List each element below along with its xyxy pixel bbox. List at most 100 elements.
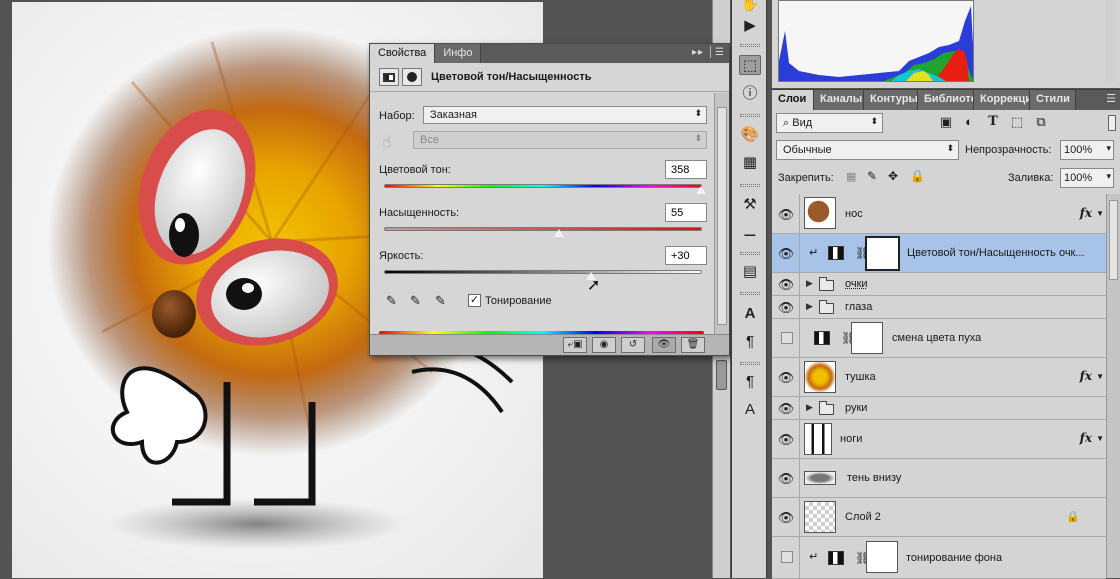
paragraph-icon[interactable]: ¶: [739, 332, 761, 352]
character-styles-icon[interactable]: A: [739, 400, 761, 420]
blend-mode-dropdown[interactable]: Обычные ⬍: [776, 140, 959, 160]
eye-icon[interactable]: 👁: [777, 401, 795, 415]
tab-info[interactable]: Инфо: [435, 44, 481, 63]
3d-icon[interactable]: ⬚: [739, 55, 761, 75]
actions-play-icon[interactable]: ▶: [739, 16, 761, 36]
lock-brush-icon[interactable]: ✎: [867, 169, 877, 183]
eyedropper-icon[interactable]: ✎: [386, 293, 397, 309]
lock-transparent-icon[interactable]: ▦: [846, 170, 856, 183]
lock-move-icon[interactable]: ✥: [888, 169, 898, 183]
hue-slider-handle[interactable]: [696, 186, 706, 194]
expand-triangle-icon[interactable]: ▶: [806, 301, 813, 312]
lightness-slider-track[interactable]: [384, 270, 702, 274]
histogram-scrollbar[interactable]: [1106, 0, 1116, 82]
layer-filter-dropdown[interactable]: ⌕ Вид ⬍: [776, 113, 883, 133]
tab-channels[interactable]: Каналы: [814, 90, 864, 110]
eye-icon[interactable]: 👁: [777, 277, 795, 291]
properties-scrollbar[interactable]: [714, 93, 729, 336]
filter-shape-icon[interactable]: ⬚: [1009, 114, 1025, 130]
fx-icon[interactable]: fx: [1080, 431, 1092, 445]
grid-icon[interactable]: ▦: [739, 153, 761, 173]
saturation-input[interactable]: [665, 203, 707, 222]
reset-button[interactable]: ↺: [621, 337, 645, 353]
tab-styles[interactable]: Стили: [1030, 90, 1076, 110]
layer-row[interactable]: 👁 ▶ глаза: [772, 296, 1106, 319]
eye-icon[interactable]: 👁: [777, 207, 795, 221]
tab-libraries[interactable]: Библиотеки: [918, 90, 974, 110]
colorize-checkbox[interactable]: ✓ Тонирование: [468, 294, 552, 307]
filter-smart-object-icon[interactable]: ⧉: [1033, 114, 1049, 130]
saturation-slider-handle[interactable]: [554, 229, 564, 237]
layer-row[interactable]: 👁 ▶ очки: [772, 273, 1106, 296]
swatches-icon[interactable]: 🎨: [739, 125, 761, 145]
properties-scroll-thumb[interactable]: [717, 107, 727, 325]
grip[interactable]: [740, 44, 760, 47]
filter-type-icon[interactable]: T: [985, 114, 1001, 130]
layer-row[interactable]: 👁 Слой 2 🔒: [772, 498, 1106, 537]
paragraph-styles-icon[interactable]: ¶: [739, 372, 761, 392]
eye-icon[interactable]: 👁: [777, 300, 795, 314]
canvas-scroll-thumb[interactable]: [716, 360, 727, 390]
visibility-toggle-button[interactable]: 👁: [652, 337, 676, 353]
info-icon[interactable]: ⓘ: [739, 84, 761, 104]
eye-icon[interactable]: 👁: [777, 510, 795, 524]
tab-properties[interactable]: Свойства: [370, 44, 435, 63]
tab-paths[interactable]: Контуры: [864, 90, 918, 110]
layer-row[interactable]: 👁 ↵ ⛓ Цветовой тон/Насыщенность очк...: [772, 234, 1106, 273]
layers-scrollbar[interactable]: [1106, 194, 1120, 578]
grip[interactable]: [740, 114, 760, 117]
grip[interactable]: [740, 292, 760, 295]
eyedropper-minus-icon[interactable]: ✎: [435, 293, 446, 309]
filter-pixel-icon[interactable]: ▣: [938, 114, 954, 130]
opacity-input[interactable]: 100% ▾: [1060, 140, 1114, 160]
channel-dropdown[interactable]: Все ⬍: [413, 131, 707, 149]
filter-adjustment-icon[interactable]: ◐: [961, 114, 977, 130]
fx-icon[interactable]: fx: [1080, 206, 1092, 220]
grip[interactable]: [740, 184, 760, 187]
link-chain-icon[interactable]: ⛓: [841, 331, 849, 345]
grip[interactable]: [740, 252, 760, 255]
mask-icon[interactable]: [402, 68, 422, 86]
layer-row[interactable]: 👁 нос fx ▼: [772, 194, 1106, 234]
visibility-box[interactable]: [781, 332, 793, 344]
saturation-slider-track[interactable]: [384, 227, 702, 231]
delete-button[interactable]: 🗑: [681, 337, 705, 353]
layer-row[interactable]: ⛓ смена цвета пуха: [772, 319, 1106, 358]
filter-toggle[interactable]: [1108, 115, 1116, 131]
clip-to-layer-button[interactable]: ⤶▣: [563, 337, 587, 353]
link-chain-icon[interactable]: ⛓: [855, 551, 863, 565]
link-chain-icon[interactable]: ⛓: [855, 246, 863, 260]
chevron-down-icon[interactable]: ▼: [1096, 372, 1104, 381]
panel-menu-icon[interactable]: ▸▸ │☰: [692, 47, 725, 58]
adjustment-layer-icon[interactable]: [379, 68, 399, 86]
tool-presets-icon[interactable]: ⚒: [739, 195, 761, 215]
brush-icon[interactable]: ⚊: [739, 222, 761, 242]
brush-presets-icon[interactable]: ✋: [739, 0, 761, 14]
chevron-down-icon[interactable]: ▼: [1096, 209, 1104, 218]
expand-triangle-icon[interactable]: ▶: [806, 402, 813, 413]
panel-menu-icon[interactable]: ☰: [1106, 92, 1116, 105]
lightness-input[interactable]: [665, 246, 707, 265]
view-previous-button[interactable]: ◉: [592, 337, 616, 353]
layer-row[interactable]: ↵ ⛓ тонирование фона: [772, 537, 1106, 579]
layer-row[interactable]: 👁 тень внизу: [772, 459, 1106, 498]
fill-input[interactable]: 100% ▾: [1060, 168, 1114, 188]
layer-row[interactable]: 👁 ноги fx ▼: [772, 420, 1106, 459]
character-icon[interactable]: A: [739, 304, 761, 324]
eye-icon[interactable]: 👁: [777, 370, 795, 384]
layer-row[interactable]: 👁 ▶ руки: [772, 397, 1106, 420]
eye-icon[interactable]: 👁: [777, 432, 795, 446]
eye-icon[interactable]: 👁: [777, 471, 795, 485]
expand-triangle-icon[interactable]: ▶: [806, 278, 813, 289]
layers-scroll-thumb[interactable]: [1109, 200, 1118, 280]
tab-adjustments[interactable]: Коррекция: [974, 90, 1030, 110]
hue-input[interactable]: [665, 160, 707, 179]
tab-layers[interactable]: Слои: [772, 90, 814, 110]
grip[interactable]: [740, 362, 760, 365]
targeted-adjustment-hand-icon[interactable]: ☝: [382, 132, 392, 152]
visibility-box[interactable]: [781, 551, 793, 563]
layer-row[interactable]: 👁 тушка fx ▼: [772, 358, 1106, 397]
preset-dropdown[interactable]: Заказная ⬍: [423, 106, 707, 124]
eye-icon[interactable]: 👁: [777, 246, 795, 260]
fx-icon[interactable]: fx: [1080, 369, 1092, 383]
